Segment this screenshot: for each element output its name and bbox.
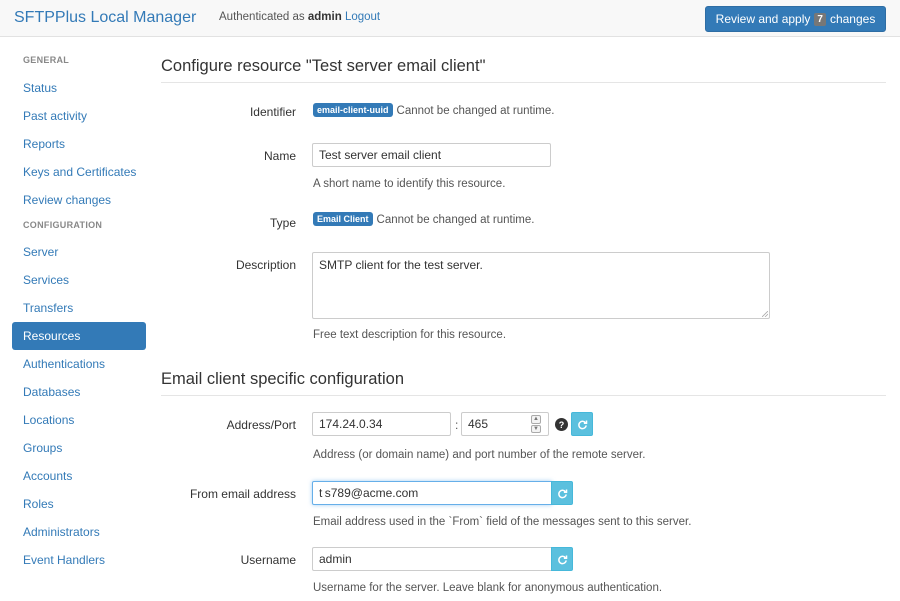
username-reset-button[interactable] [551,547,573,571]
sidebar-item-reports[interactable]: Reports [12,130,146,158]
email-section-title: Email client specific configuration [161,370,405,388]
name-help: A short name to identify this resource. [313,178,506,190]
stepper-down-icon[interactable]: ▼ [531,424,541,433]
address-reset-button[interactable] [571,412,593,436]
sidebar-item-review-changes[interactable]: Review changes [12,186,146,214]
resize-grip-icon[interactable] [762,311,768,317]
username-label: Username [240,553,296,567]
sidebar-item-past-activity[interactable]: Past activity [12,102,146,130]
address-port-separator: : [455,418,459,432]
name-label: Name [263,149,296,163]
refresh-icon [577,420,587,429]
username-help: Username for the server. Leave blank for… [313,582,663,594]
sidebar-item-resources[interactable]: Resources [12,322,146,350]
sidebar-item-event-handlers[interactable]: Event Handlers [12,546,146,574]
brand-link[interactable]: SFTPPlus Local Manager [14,9,196,27]
description-label: Description [235,258,296,272]
address-port-label: Address/Port [226,418,296,432]
stepper-up-icon[interactable]: ▲ [531,415,541,424]
nav-header-general: GENERAL [23,55,70,65]
email-section-divider [161,395,886,396]
type-note: Cannot be changed at runtime. [376,214,535,226]
description-textarea[interactable]: SMTP client for the test server. [312,252,770,319]
sidebar-item-services[interactable]: Services [12,266,146,294]
question-circle-icon[interactable]: ? [555,418,568,431]
from-email-input[interactable]: t s789@acme.com [312,481,552,505]
sidebar-item-roles[interactable]: Roles [12,490,146,518]
sidebar-nav: GENERAL Status Past activity Reports Key… [12,50,146,574]
identifier-note: Cannot be changed at runtime. [396,105,555,117]
name-input[interactable]: Test server email client [312,143,551,167]
top-navbar: SFTPPlus Local Manager Authenticated as … [0,0,900,37]
sidebar-item-locations[interactable]: Locations [12,406,146,434]
identifier-badge: email-client-uuid [313,103,393,117]
logout-link[interactable]: Logout [345,11,380,23]
sidebar-item-groups[interactable]: Groups [12,434,146,462]
refresh-icon [557,555,567,564]
refresh-icon [557,489,567,498]
sidebar-item-server[interactable]: Server [12,238,146,266]
changes-count-badge: 7 [814,12,826,26]
sidebar-item-administrators[interactable]: Administrators [12,518,146,546]
sidebar-item-transfers[interactable]: Transfers [12,294,146,322]
type-value: Email Client Cannot be changed at runtime… [313,212,534,226]
description-help: Free text description for this resource. [313,329,507,341]
sidebar-item-accounts[interactable]: Accounts [12,462,146,490]
from-email-label: From email address [189,487,296,501]
address-input[interactable]: 174.24.0.34 [312,412,451,436]
title-divider [161,82,886,83]
auth-status: Authenticated as admin Logout [219,11,380,23]
port-stepper[interactable]: ▲ ▼ [531,415,541,433]
identifier-value: email-client-uuid Cannot be changed at ru… [313,103,554,117]
username-input[interactable]: admin [312,547,552,571]
review-suffix: changes [829,12,876,26]
address-help: Address (or domain name) and port number… [313,449,646,461]
type-badge: Email Client [313,212,373,226]
from-email-help: Email address used in the `From` field o… [313,516,692,528]
page-title: Configure resource "Test server email cl… [161,57,486,75]
sidebar-item-status[interactable]: Status [12,74,146,102]
from-email-reset-button[interactable] [551,481,573,505]
review-prefix: Review and apply [715,12,811,26]
sidebar-item-authentications[interactable]: Authentications [12,350,146,378]
review-changes-button[interactable]: Review and apply 7 changes [705,6,886,32]
sidebar-item-databases[interactable]: Databases [12,378,146,406]
auth-user: admin [307,11,342,23]
auth-prefix: Authenticated as [219,11,305,23]
identifier-label: Identifier [249,105,296,119]
nav-header-configuration: CONFIGURATION [23,220,103,230]
type-label: Type [269,216,296,230]
sidebar-item-keys-certificates[interactable]: Keys and Certificates [12,158,146,186]
